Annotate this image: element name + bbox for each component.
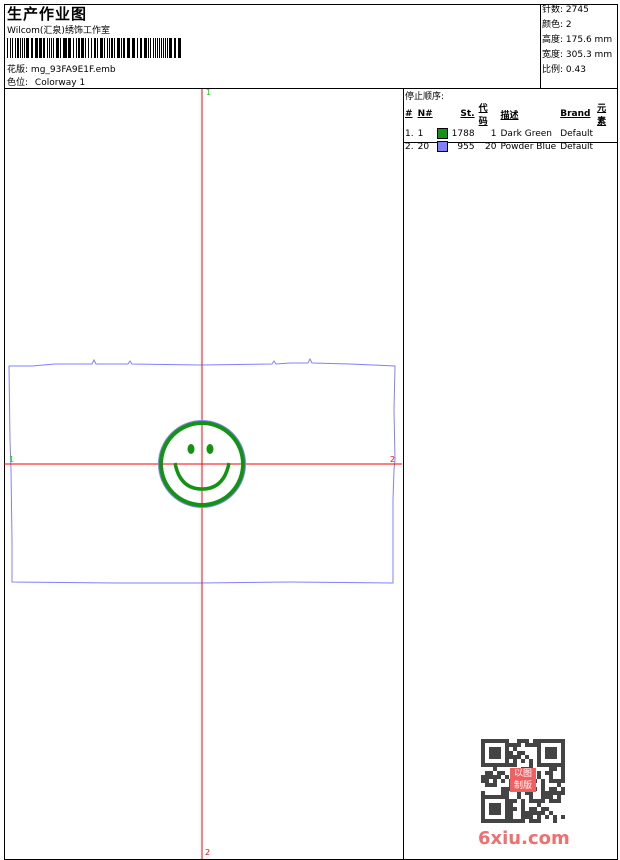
design-canvas <box>4 89 402 859</box>
end-marker-right: 2 <box>390 455 396 464</box>
start-marker-top: 1 <box>206 88 212 97</box>
end-marker-bottom: 2 <box>205 848 211 857</box>
watermark-logo: 6xiu.com <box>478 828 570 849</box>
start-marker-left: 1 <box>9 455 15 464</box>
seal-stamp: 以图制版 <box>510 768 536 792</box>
qr-code: 以图制版 <box>481 739 565 823</box>
